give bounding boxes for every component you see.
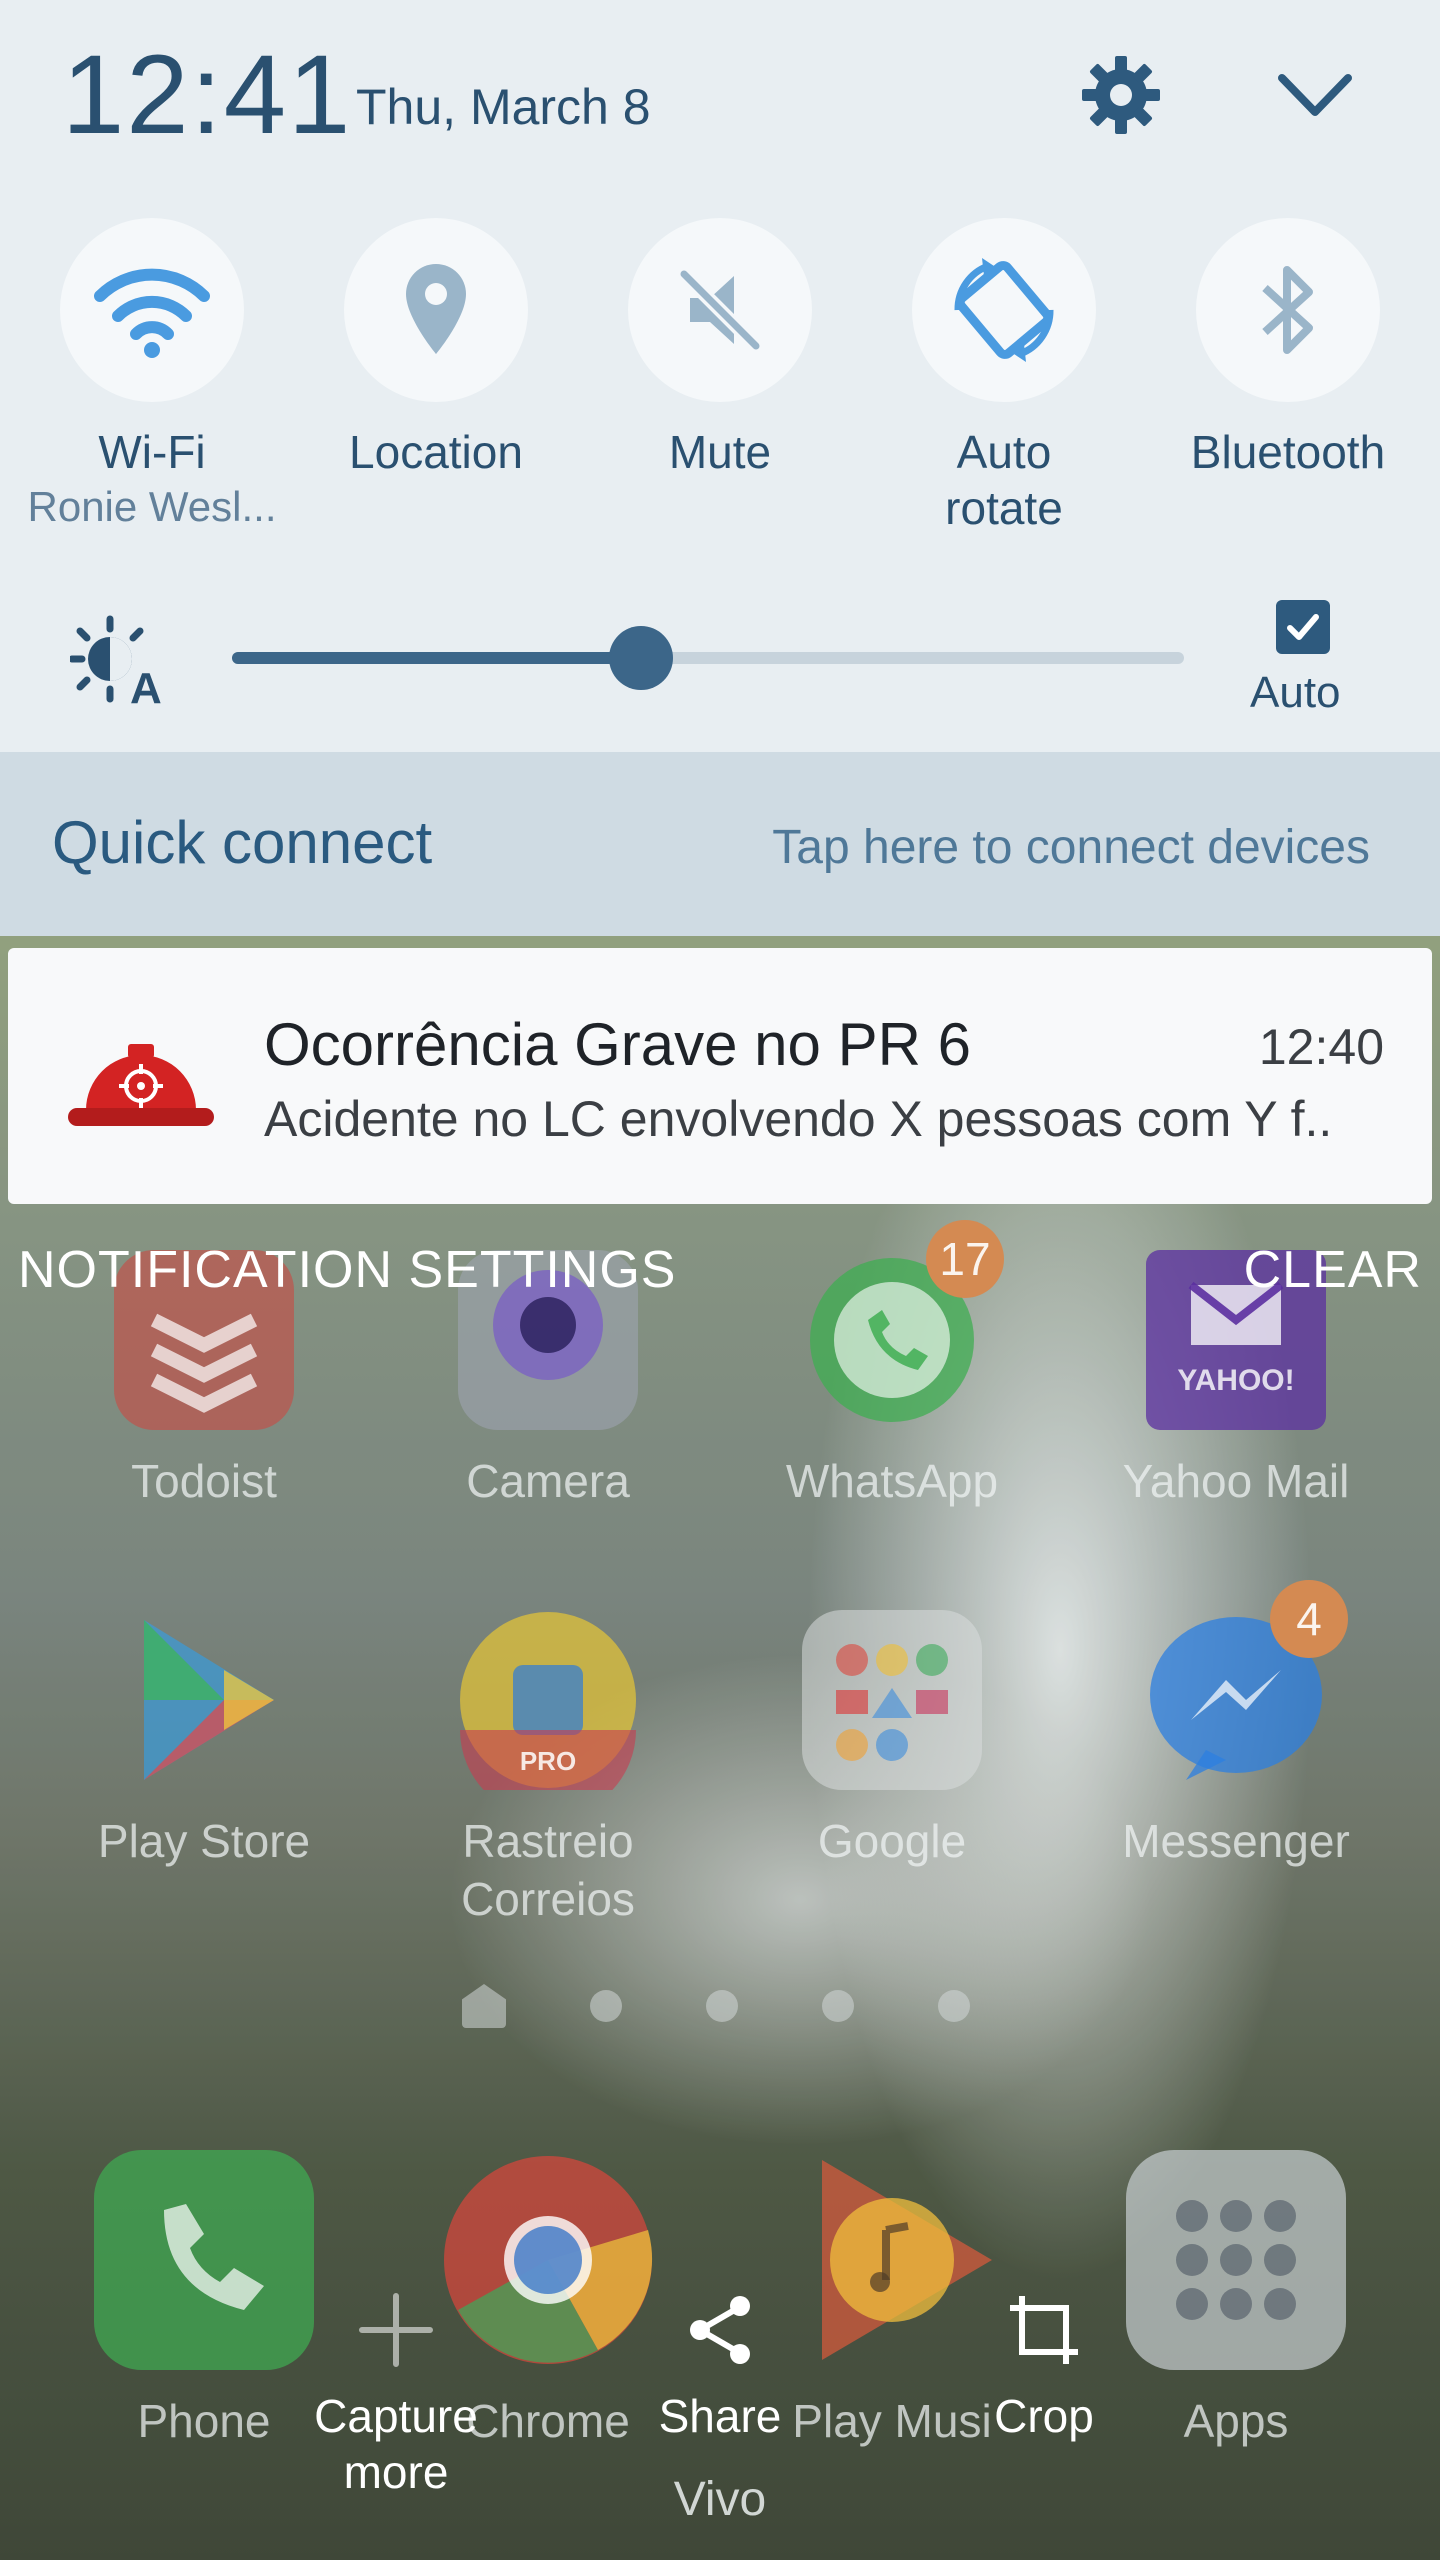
app-label: Camera bbox=[466, 1455, 630, 1507]
app-label: Messenger bbox=[1122, 1815, 1350, 1867]
notification-time: 12:40 bbox=[1258, 1019, 1384, 1075]
chevron-down-icon bbox=[1278, 74, 1352, 116]
svg-text:A: A bbox=[130, 664, 162, 705]
toggle-bluetooth-button[interactable] bbox=[1196, 218, 1380, 402]
status-clock: 12:41 bbox=[62, 32, 353, 157]
toggle-wifi[interactable]: Wi-Fi Ronie Wesl... bbox=[12, 218, 292, 534]
quick-connect-hint[interactable]: Tap here to connect devices bbox=[772, 820, 1370, 875]
app-label: Play Store bbox=[97, 1815, 311, 1867]
toggle-label: Bluetooth bbox=[1190, 426, 1386, 478]
toggle-location-button[interactable] bbox=[344, 218, 528, 402]
page-indicator bbox=[462, 1984, 970, 2028]
toggle-mute[interactable]: Mute bbox=[580, 218, 860, 480]
toggle-auto-rotate[interactable]: Auto rotate bbox=[864, 218, 1144, 536]
toggle-label: Auto rotate bbox=[864, 424, 1144, 536]
toggle-label: Location bbox=[349, 426, 523, 478]
status-date: Thu, March 8 bbox=[356, 79, 651, 135]
home-page-icon bbox=[462, 1984, 506, 2028]
app-messenger[interactable]: 4 Messenger bbox=[1106, 1580, 1366, 1870]
messenger-icon: 4 bbox=[1146, 1580, 1348, 1790]
hard-hat-icon bbox=[66, 1030, 216, 1140]
wifi-network-name: Ronie Wesl... bbox=[27, 483, 277, 530]
page-dot bbox=[822, 1990, 854, 2022]
app-label: Rastreio Correios bbox=[418, 1812, 678, 1928]
share-button[interactable]: Share bbox=[590, 2280, 850, 2444]
auto-brightness-checkbox[interactable] bbox=[1276, 600, 1330, 654]
app-play-store[interactable]: Play Store bbox=[74, 1610, 334, 1870]
auto-brightness-label: Auto bbox=[1250, 668, 1341, 717]
toggle-label: Mute bbox=[668, 426, 772, 478]
app-label: Google bbox=[817, 1815, 967, 1867]
notification-settings-button[interactable]: NOTIFICATION SETTINGS bbox=[18, 1240, 676, 1300]
plus-icon bbox=[266, 2280, 526, 2380]
quick-connect-title: Quick connect bbox=[52, 809, 433, 876]
auto-rotate-icon bbox=[954, 258, 1054, 362]
google-folder-icon bbox=[802, 1610, 982, 1790]
play-store-icon bbox=[114, 1610, 294, 1790]
mute-icon bbox=[679, 269, 761, 351]
app-label-line2: Correios bbox=[461, 1873, 635, 1925]
notification-card[interactable]: Ocorrência Grave no PR 6 12:40 Acidente … bbox=[8, 948, 1432, 1204]
page-dot bbox=[706, 1990, 738, 2022]
app-google-folder[interactable]: Google bbox=[762, 1610, 1022, 1870]
expand-button[interactable] bbox=[1270, 60, 1360, 130]
crop-label: Crop bbox=[994, 2390, 1094, 2442]
quick-connect-bar[interactable]: Quick connect Tap here to connect device… bbox=[0, 752, 1440, 936]
toggle-mute-button[interactable] bbox=[628, 218, 812, 402]
location-icon bbox=[406, 264, 466, 354]
notification-count-badge: 17 bbox=[926, 1220, 1004, 1298]
brightness-slider-thumb[interactable] bbox=[609, 626, 673, 690]
quick-settings-panel: 12:41 Thu, March 8 Wi-Fi Ronie Wesl... L… bbox=[0, 0, 1440, 752]
share-label: Share bbox=[658, 2390, 782, 2442]
checkmark-icon bbox=[1287, 614, 1319, 640]
toggle-wifi-button[interactable] bbox=[60, 218, 244, 402]
crop-icon bbox=[914, 2280, 1174, 2380]
app-whatsapp[interactable]: 17 WhatsApp bbox=[762, 1220, 1022, 1510]
wifi-icon bbox=[94, 268, 210, 358]
notification-count-badge: 4 bbox=[1270, 1580, 1348, 1658]
app-label-line1: Rastreio bbox=[462, 1815, 634, 1867]
app-rastreio-correios[interactable]: PRO Rastreio Correios bbox=[418, 1610, 678, 1928]
toggle-bluetooth[interactable]: Bluetooth bbox=[1148, 218, 1428, 480]
toggle-label: Wi-Fi bbox=[98, 426, 206, 478]
settings-button[interactable] bbox=[1078, 52, 1164, 138]
app-label: Yahoo Mail bbox=[1122, 1455, 1350, 1507]
gear-icon bbox=[1082, 56, 1160, 134]
brightness-icon: A bbox=[68, 615, 166, 713]
notification-body: Acidente no LC envolvendo X pessoas com … bbox=[264, 1091, 1333, 1147]
page-dot bbox=[590, 1990, 622, 2022]
brightness-slider-fill bbox=[232, 652, 641, 664]
notification-title: Ocorrência Grave no PR 6 bbox=[264, 1011, 971, 1078]
toggle-label-line2: rotate bbox=[945, 482, 1063, 534]
pro-badge-text: PRO bbox=[520, 1746, 576, 1776]
toggle-auto-rotate-button[interactable] bbox=[912, 218, 1096, 402]
share-icon bbox=[590, 2280, 850, 2380]
app-label: WhatsApp bbox=[785, 1455, 999, 1507]
crop-button[interactable]: Crop bbox=[914, 2280, 1174, 2444]
brightness-slider[interactable] bbox=[232, 626, 1184, 690]
carrier-name: Vivo bbox=[673, 2473, 767, 2526]
app-label: Todoist bbox=[131, 1455, 277, 1507]
rastreio-icon: PRO bbox=[458, 1610, 638, 1818]
capture-more-button[interactable]: Capture more bbox=[266, 2280, 526, 2500]
toggle-label-line1: Auto bbox=[956, 426, 1052, 478]
yahoo-logo-text: YAHOO! bbox=[1177, 1364, 1294, 1397]
page-dot bbox=[938, 1990, 970, 2022]
clear-notifications-button[interactable]: CLEAR bbox=[1244, 1240, 1422, 1300]
capture-label-line1: Capture bbox=[314, 2390, 478, 2442]
whatsapp-icon: 17 bbox=[802, 1220, 1004, 1430]
toggle-location[interactable]: Location bbox=[296, 218, 576, 480]
bluetooth-icon bbox=[1262, 266, 1313, 354]
